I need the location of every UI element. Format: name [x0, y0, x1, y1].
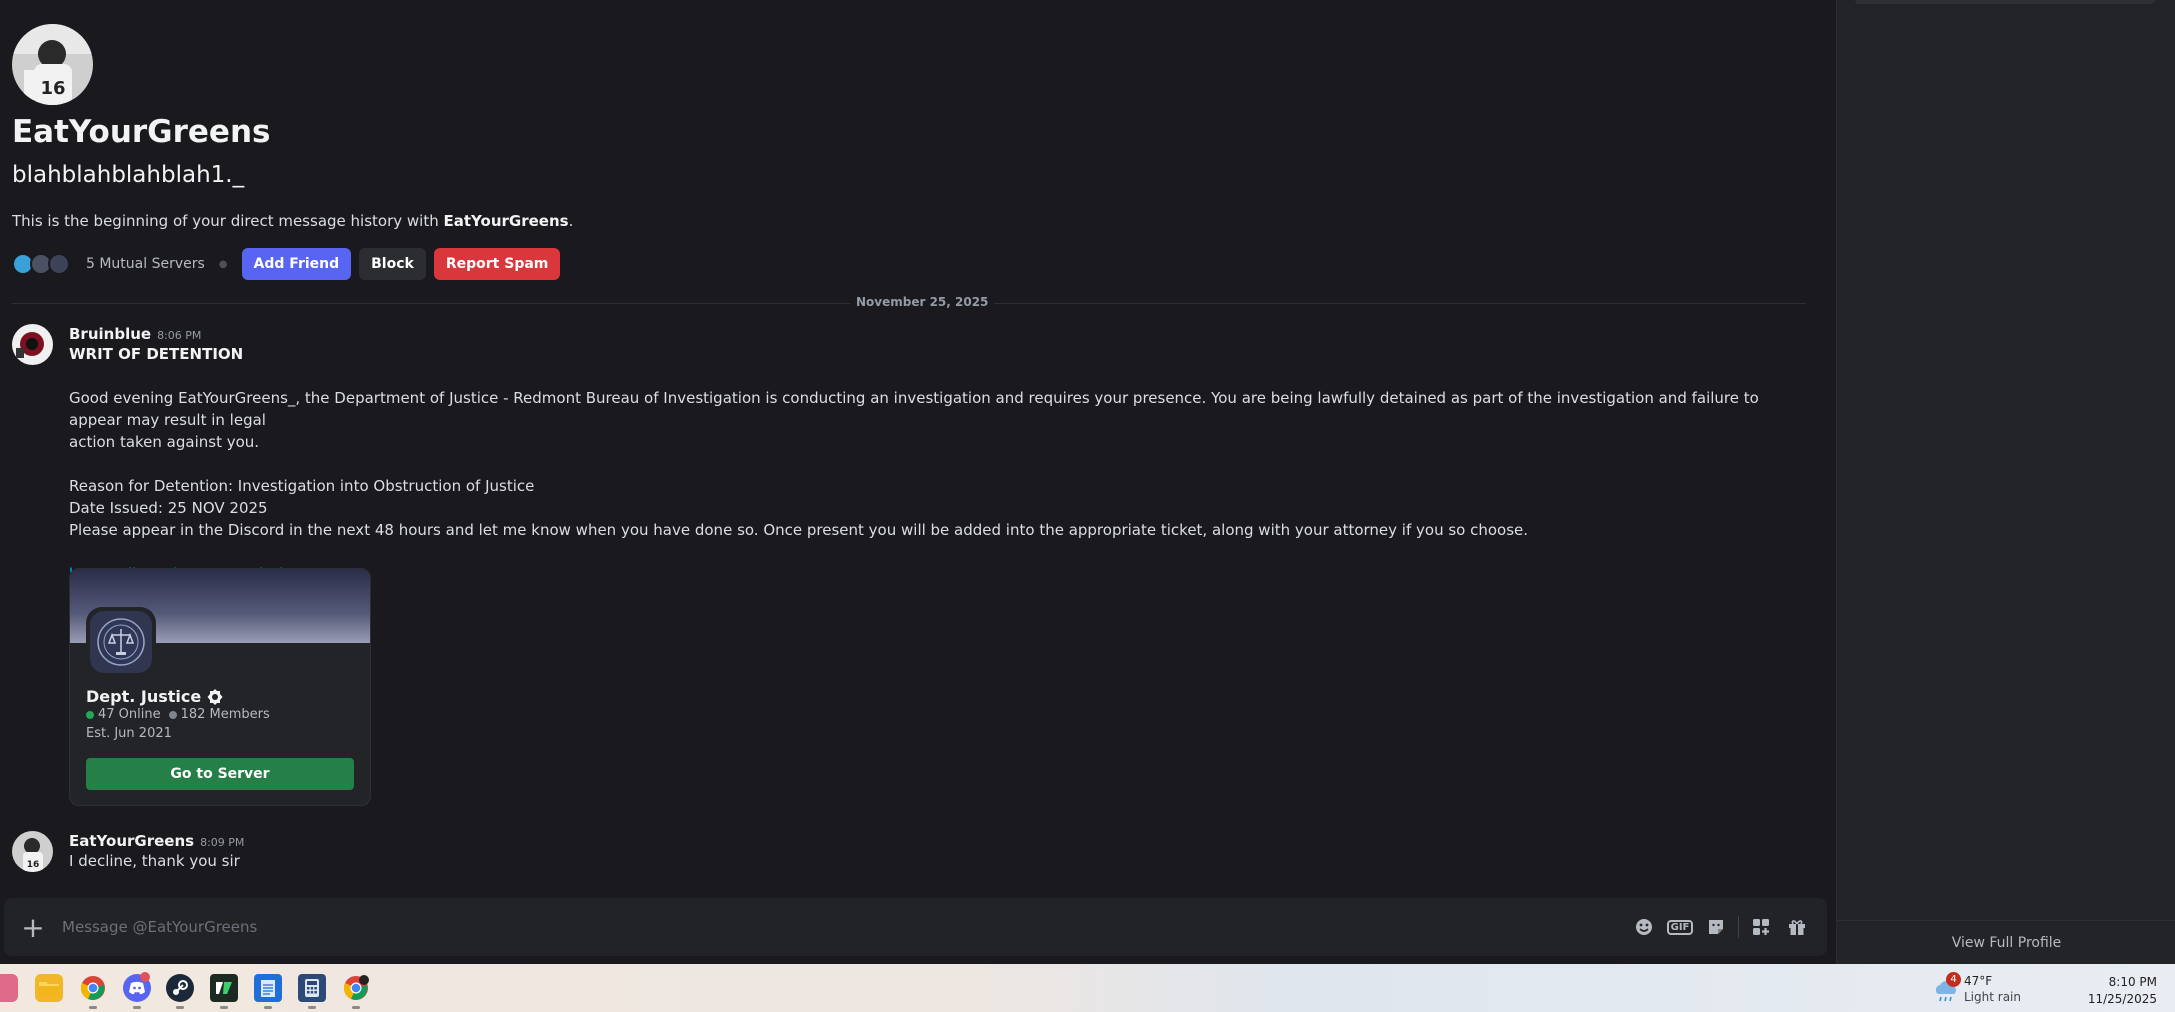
members-dot-icon — [168, 710, 177, 719]
report-spam-button[interactable]: Report Spam — [433, 248, 561, 280]
message-content: EatYourGreens 8:09 PM I decline, thank yo… — [69, 831, 1789, 872]
intro-name: EatYourGreens — [443, 212, 569, 230]
panel-top-bar — [1855, 0, 2155, 4]
dm-channel: 16 EatYourGreens blahblahblahblah1._ Thi… — [0, 0, 1836, 964]
online-dot-icon — [86, 710, 94, 719]
running-indicator — [352, 1006, 360, 1009]
gif-label: GIF — [1666, 919, 1694, 935]
message-line: Please appear in the Discord in the next… — [69, 521, 1529, 539]
message-header: EatYourGreens 8:09 PM — [69, 831, 1789, 850]
chrome-icon[interactable] — [79, 974, 107, 1002]
go-to-server-button[interactable]: Go to Server — [86, 758, 354, 790]
weather-condition: Light rain — [1964, 990, 2021, 1004]
windows-taskbar: 4 47°F Light rain 8:10 PM 11/25/2025 — [0, 964, 2175, 1012]
mutual-server-avatar[interactable] — [48, 253, 70, 275]
message-line: WRIT OF DETENTION — [69, 345, 244, 363]
profile-avatar[interactable]: 16 — [12, 24, 93, 105]
profile-display-name: EatYourGreens — [12, 114, 271, 150]
steam-icon[interactable] — [166, 974, 194, 1002]
sticker-icon[interactable] — [1698, 909, 1734, 945]
server-invite-card: Dept. Justice 47 Online 182 Members Est.… — [69, 568, 371, 806]
community-badge-icon — [207, 688, 223, 705]
running-indicator — [220, 1006, 228, 1009]
system-clock[interactable]: 8:10 PM 11/25/2025 — [2088, 974, 2157, 1008]
file-explorer-icon[interactable] — [35, 974, 63, 1002]
clock-time: 8:10 PM — [2108, 975, 2157, 989]
weather-alert-badge: 4 — [1946, 972, 1961, 987]
running-indicator — [89, 1006, 97, 1009]
composer-tools: GIF — [1626, 909, 1827, 945]
message-content: Bruinblue 8:06 PM WRIT OF DETENTION Good … — [69, 324, 1789, 585]
running-indicator — [176, 1006, 184, 1009]
copilot-icon[interactable] — [0, 974, 18, 1002]
intro-suffix: . — [568, 212, 574, 230]
date-divider-label: November 25, 2025 — [850, 295, 995, 309]
attach-plus-icon[interactable]: + — [4, 898, 62, 956]
running-indicator — [264, 1006, 272, 1009]
gift-icon[interactable] — [1779, 909, 1815, 945]
online-count: 47 Online — [98, 707, 161, 722]
message-author[interactable]: EatYourGreens — [69, 832, 194, 850]
message-line: Date Issued: 25 NOV 2025 — [69, 499, 268, 517]
message-composer: + GIF — [4, 898, 1827, 956]
message-line: action taken against you. — [69, 433, 260, 451]
view-full-profile-button[interactable]: View Full Profile — [1837, 920, 2175, 964]
invite-server-name: Dept. Justice — [86, 687, 224, 706]
block-button[interactable]: Block — [359, 248, 426, 280]
svg-text:16: 16 — [40, 78, 65, 99]
discord-notification-badge — [140, 972, 150, 982]
message-header: Bruinblue 8:06 PM — [69, 324, 1789, 343]
dm-intro-text: This is the beginning of your direct mes… — [12, 212, 573, 230]
server-icon[interactable] — [86, 607, 156, 677]
running-indicator — [133, 1006, 141, 1009]
user-profile-panel: View Full Profile — [1836, 0, 2175, 964]
message-timestamp: 8:09 PM — [200, 836, 245, 849]
message-timestamp: 8:06 PM — [157, 329, 202, 342]
discord-window: 16 EatYourGreens blahblahblahblah1._ Thi… — [0, 0, 2175, 964]
clock-date: 11/25/2025 — [2087, 992, 2157, 1006]
notepad-icon[interactable] — [254, 974, 282, 1002]
running-indicator — [308, 1006, 316, 1009]
emoji-icon[interactable] — [1626, 909, 1662, 945]
game-app-icon[interactable] — [210, 974, 238, 1002]
invite-stats: 47 Online 182 Members — [86, 707, 270, 722]
profile-actions: 5 Mutual Servers ● Add Friend Block Repo… — [12, 248, 568, 280]
server-name-text: Dept. Justice — [86, 687, 202, 706]
separator-dot: ● — [218, 258, 228, 270]
svg-text:16: 16 — [27, 860, 40, 870]
calculator-icon[interactable] — [298, 974, 326, 1002]
apps-icon[interactable] — [1743, 909, 1779, 945]
message-line: I decline, thank you sir — [69, 852, 240, 870]
justice-seal-icon — [97, 618, 145, 666]
profile-username: blahblahblahblah1._ — [12, 162, 245, 188]
message-avatar[interactable] — [12, 324, 53, 365]
message-line: Good evening EatYourGreens_, the Departm… — [69, 389, 1759, 429]
invite-established: Est. Jun 2021 — [86, 726, 172, 741]
mutual-servers-link[interactable]: 5 Mutual Servers — [86, 256, 205, 272]
message-avatar[interactable]: 16 — [12, 831, 53, 872]
message-input[interactable] — [62, 918, 1626, 936]
chrome-profile-icon[interactable] — [342, 974, 370, 1002]
message-author[interactable]: Bruinblue — [69, 325, 151, 343]
weather-temperature: 47°F — [1964, 974, 1993, 988]
member-count: 182 Members — [180, 707, 270, 722]
message-line: Reason for Detention: Investigation into… — [69, 477, 535, 495]
gif-icon[interactable]: GIF — [1662, 909, 1698, 945]
weather-widget[interactable]: 4 47°F Light rain — [1932, 972, 2052, 1006]
tools-separator — [1738, 916, 1739, 938]
add-friend-button[interactable]: Add Friend — [241, 248, 352, 280]
intro-prefix: This is the beginning of your direct mes… — [12, 212, 444, 230]
